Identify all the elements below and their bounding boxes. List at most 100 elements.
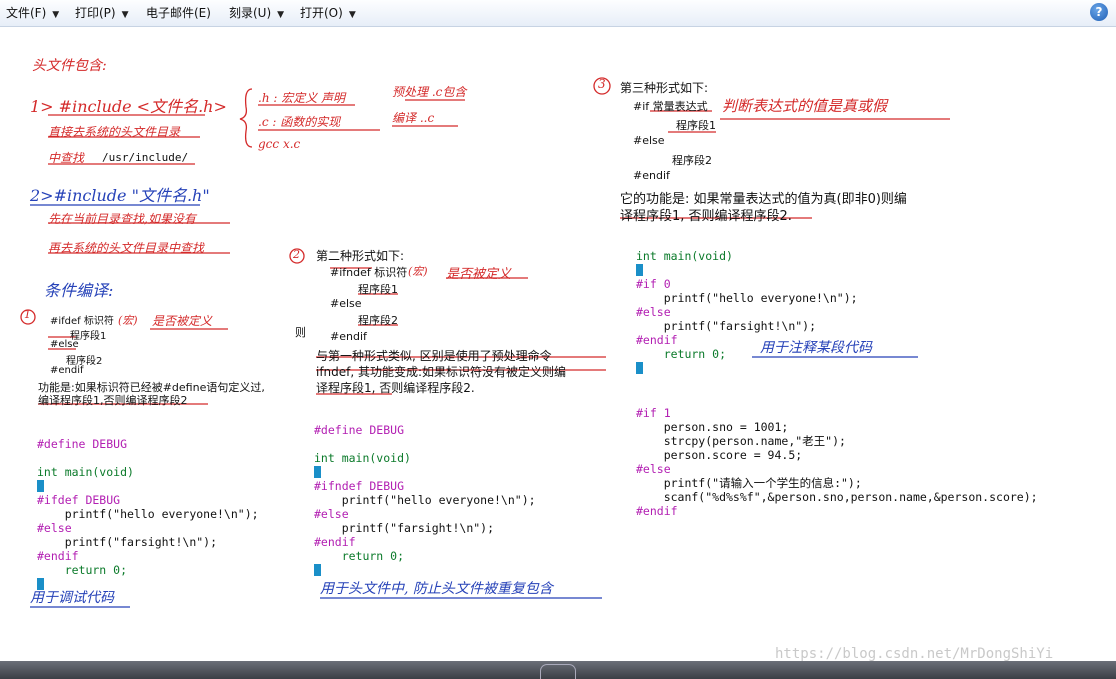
section-title: 第二种形式如下: [316,249,405,263]
section-title: 第三种形式如下: [620,81,709,95]
code-line: strcpy(person.name,"老王"); [636,434,846,448]
note-line: 编译 ..c [392,111,435,125]
note-line: 用于调试代码 [30,590,114,606]
note-title: 头文件包含: [32,58,107,74]
circle-number: 1 [24,308,31,321]
cursor-block [636,362,643,374]
code-line: int main(void) [636,249,733,263]
code-line: #endif [636,504,678,518]
form-line: #else [50,339,79,350]
code-line: #define DEBUG [37,437,128,451]
code-line: printf("farsight!\n"); [37,535,218,549]
path-text: /usr/include/ [102,151,189,164]
code-line: #define DEBUG [314,423,405,437]
code-line: #else [636,462,671,476]
note-line: 是否被定义 [446,267,512,282]
code-line: #if 0 [636,277,671,291]
code-line: printf("请输入一个学生的信息:"); [636,476,862,490]
code-line: #else [636,305,671,319]
note-heading: 条件编译: [44,281,114,300]
form-line: 程序段1 [676,119,716,132]
menu-print-label: 打印(P) [75,6,116,20]
help-icon[interactable]: ? [1090,3,1108,21]
desc-line: 与第一种形式类似, 区别是使用了预处理命令 [316,349,552,363]
menu-file[interactable]: 文件(F) ▼ [6,0,59,26]
desc-line: 译程序段1, 否则编译程序段2. [620,209,792,224]
cursor-block [314,466,321,478]
code-line: person.score = 94.5; [636,448,803,462]
code-line: #else [314,507,349,521]
form-line: #else [330,297,362,310]
code-line: printf("farsight!\n"); [636,319,817,333]
chevron-down-icon: ▼ [277,10,285,20]
watermark: https://blog.csdn.net/MrDongShiYi [775,646,1054,662]
form-line: #endif [50,365,84,376]
code-line: #endif [37,549,79,563]
menu-bar: 文件(F) ▼ 打印(P) ▼ 电子邮件(E) 刻录(U) ▼ 打开(O) ▼ ? [0,0,1116,27]
form-line: #endif [633,169,670,182]
code-line: person.sno = 1001; [636,420,789,434]
menu-file-label: 文件(F) [6,6,47,20]
note-line: 直接去系统的头文件目录 [48,125,181,139]
cursor-block [314,564,321,576]
code-line: int main(void) [314,451,411,465]
note-line: 判断表达式的值是真或假 [722,97,888,115]
note-line: 2>#include "文件名.h" [30,186,210,205]
form-line: 程序段2 [672,154,712,167]
note-line: 用于头文件中, 防止头文件被重复包含 [320,581,553,597]
note-line: 中查找 [48,151,85,165]
code-line: return 0; [314,549,405,563]
desc-line: 编译程序段1,否则编译程序段2 [38,394,188,407]
note-line: 用于注释某段代码 [760,340,872,356]
form-line: 程序段2 [358,314,398,327]
code-line: printf("hello everyone!\n"); [314,493,536,507]
note-line: (宏) [118,314,138,327]
code-block: #define DEBUG int main(void) #ifdef DEBU… [37,423,259,591]
code-line: scanf("%d%s%f",&person.sno,person.name,&… [636,490,1038,504]
chevron-down-icon: ▼ [348,10,356,20]
code-line: #endif [314,535,356,549]
form-line: #ifdef 标识符 [50,316,114,327]
chevron-down-icon: ▼ [121,10,129,20]
menu-burn[interactable]: 刻录(U) ▼ [229,0,284,26]
circle-number: 2 [293,248,300,261]
code-line: printf("hello everyone!\n"); [37,507,259,521]
note-line: 1> #include <文件名.h> [30,97,227,116]
code-line: #ifdef DEBUG [37,493,121,507]
code-line: printf("hello everyone!\n"); [636,291,858,305]
image-canvas: 头文件包含: 1> #include <文件名.h> 直接去系统的头文件目录 中… [0,27,1116,661]
code-line: return 0; [37,563,128,577]
code-line: int main(void) [37,465,134,479]
code-line: #endif [636,333,678,347]
note-line: (宏) [408,265,428,278]
menu-open-label: 打开(O) [300,6,343,20]
note-line: 先在当前目录查找,如果没有 [48,212,196,226]
code-line: return 0; [636,347,727,361]
menu-burn-label: 刻录(U) [229,6,272,20]
form-line: #if 常量表达式 [633,100,708,113]
note-line: 再去系统的头文件目录中查找 [48,241,205,255]
form-line: #endif [330,330,367,343]
note-line: gcc x.c [258,137,301,151]
toolbar-center-button[interactable] [540,664,576,679]
cursor-block [37,480,44,492]
code-line: #else [37,521,72,535]
code-block: #define DEBUG int main(void) #ifndef DEB… [314,409,536,577]
circle-number: 3 [598,77,606,91]
form-line: #else [633,134,665,147]
code-line: #ifndef DEBUG [314,479,405,493]
chevron-down-icon: ▼ [52,10,60,20]
desc-line: 译程序段1, 否则编译程序段2. [316,381,475,395]
menu-email[interactable]: 电子邮件(E) [146,0,211,26]
code-line: printf("farsight!\n"); [314,521,495,535]
menu-open[interactable]: 打开(O) ▼ [300,0,356,26]
code-block: #if 1 person.sno = 1001; strcpy(person.n… [636,392,1038,518]
note-line: .h : 宏定义 声明 [258,91,346,105]
note-line: .c : 函数的实现 [258,115,341,129]
note-line: 是否被定义 [152,314,213,328]
menu-print[interactable]: 打印(P) ▼ [75,0,129,26]
form-line: #ifndef 标识符 [330,266,408,279]
desc-line: ifndef, 其功能变成:如果标识符没有被定义则编 [316,365,567,379]
menu-email-label: 电子邮件(E) [146,6,211,20]
side-char: 则 [295,326,306,339]
